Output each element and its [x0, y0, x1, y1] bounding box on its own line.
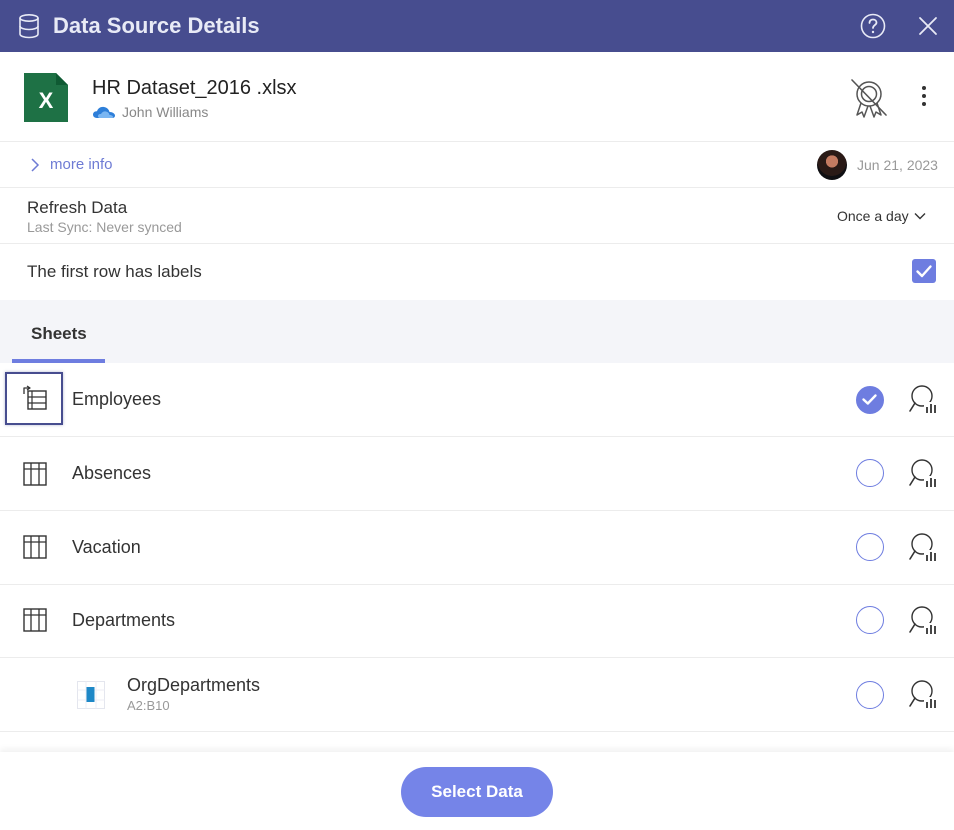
- last-sync-text: Last Sync: Never synced: [27, 219, 182, 235]
- refresh-title: Refresh Data: [27, 198, 128, 217]
- explore-data-icon[interactable]: [909, 605, 939, 635]
- sheet-select-radio[interactable]: [856, 533, 884, 561]
- kebab-menu-icon[interactable]: [912, 84, 936, 108]
- more-info-label: more info: [50, 156, 113, 173]
- sheet-label: Departments: [72, 610, 176, 630]
- sheet-label: Absences: [72, 463, 152, 483]
- info-row: more info Jun 21, 2023: [0, 142, 954, 188]
- database-icon: [19, 13, 39, 39]
- named-range-icon: [77, 681, 105, 709]
- sheet-select-radio[interactable]: [856, 606, 884, 634]
- range-label: OrgDepartments: [127, 675, 261, 695]
- title-bar: Data Source Details: [0, 0, 954, 52]
- sheet-row-absences[interactable]: Absences: [0, 437, 954, 511]
- file-name: HR Dataset_2016 .xlsx: [92, 77, 297, 99]
- tabs-bar: Sheets: [0, 300, 954, 363]
- modified-date: Jun 21, 2023: [857, 157, 938, 173]
- svg-text:X: X: [39, 88, 54, 113]
- sheet-select-radio[interactable]: [856, 459, 884, 487]
- uncertified-badge-icon[interactable]: [848, 77, 890, 119]
- sheet-select-radio[interactable]: [856, 386, 884, 414]
- explore-data-icon[interactable]: [909, 458, 939, 488]
- sheet-label: Vacation: [72, 537, 141, 557]
- select-data-button[interactable]: Select Data: [401, 767, 553, 817]
- onedrive-cloud-icon: [93, 106, 115, 118]
- owner-name: John Williams: [122, 104, 209, 120]
- sheet-table-icon: [23, 462, 47, 486]
- range-select-radio[interactable]: [856, 681, 884, 709]
- refresh-data-row: Refresh Data Last Sync: Never synced Onc…: [0, 188, 954, 244]
- chevron-right-icon: [31, 157, 40, 172]
- sheet-label: Employees: [72, 389, 162, 409]
- sheet-table-icon: [23, 535, 47, 559]
- sheet-row-vacation[interactable]: Vacation: [0, 511, 954, 585]
- refresh-frequency-dropdown[interactable]: Once a day: [837, 208, 926, 224]
- checkmark-icon: [916, 265, 932, 278]
- first-row-labels-checkbox[interactable]: [912, 259, 936, 283]
- tab-sheets[interactable]: Sheets: [12, 300, 105, 363]
- close-icon[interactable]: [916, 14, 940, 38]
- checkmark-icon: [862, 394, 877, 405]
- first-row-labels-option: The first row has labels: [0, 244, 954, 300]
- sheet-row-departments[interactable]: Departments: [0, 584, 954, 658]
- sheet-row-employees[interactable]: Employees: [0, 363, 954, 437]
- chevron-down-icon: [914, 213, 926, 220]
- excel-icon: X: [24, 73, 68, 122]
- range-address: A2:B10: [127, 698, 170, 713]
- first-row-labels-text: The first row has labels: [27, 262, 202, 281]
- dialog-title: Data Source Details: [53, 13, 260, 38]
- help-icon[interactable]: [860, 13, 886, 39]
- explore-data-icon[interactable]: [909, 679, 939, 709]
- focus-highlight: [5, 372, 63, 425]
- owner-info: John Williams: [92, 104, 208, 120]
- explore-data-icon[interactable]: [909, 532, 939, 562]
- refresh-frequency-value: Once a day: [837, 208, 909, 224]
- avatar: [817, 150, 847, 180]
- dialog-footer: Select Data: [0, 752, 954, 830]
- file-header: X HR Dataset_2016 .xlsx John Williams: [0, 52, 954, 142]
- explore-data-icon[interactable]: [909, 384, 939, 414]
- tab-sheets-label: Sheets: [31, 324, 87, 343]
- more-info-link[interactable]: more info: [30, 156, 113, 173]
- sheet-table-icon: [23, 608, 47, 632]
